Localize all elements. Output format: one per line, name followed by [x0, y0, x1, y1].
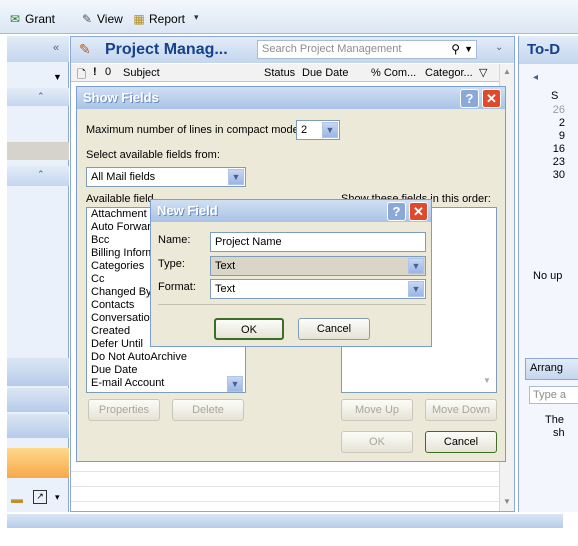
chevron-down-icon[interactable]: ▼: [408, 258, 424, 274]
ok-button[interactable]: OK: [341, 431, 413, 453]
expand-search-icon[interactable]: ⌄: [495, 42, 503, 53]
format-select[interactable]: Text ▼: [210, 279, 426, 299]
search-icon[interactable]: ⚲: [451, 42, 460, 56]
section-collapse-icon[interactable]: ⌃: [37, 91, 45, 102]
calendar-day-header: S: [551, 90, 559, 102]
column-header-row: 🗋 ! 0 Subject Status Due Date % Com... C…: [71, 64, 514, 82]
toolbar-overflow-icon[interactable]: ▾: [194, 12, 204, 28]
list-item[interactable]: E-mail Account: [87, 377, 245, 390]
help-icon[interactable]: ?: [460, 89, 479, 108]
type-value: Text: [215, 260, 236, 272]
select-from-label: Select available fields from:: [86, 149, 220, 161]
due-date-column[interactable]: Due Date: [302, 67, 348, 79]
search-box[interactable]: Search Project Management ⚲ ▼: [257, 40, 477, 59]
chevron-down-icon[interactable]: ▼: [228, 169, 244, 185]
chevron-down-icon[interactable]: ▼: [322, 122, 338, 138]
format-label: Format:: [158, 281, 196, 293]
pen-icon: ✎: [81, 12, 93, 26]
available-fields-label: Available field: [86, 193, 154, 205]
todo-note-line2: sh: [553, 427, 565, 439]
calendar-day[interactable]: 2: [543, 117, 565, 130]
arrange-by-header[interactable]: Arrang: [525, 358, 578, 380]
select-from-value: All Mail fields: [91, 171, 156, 183]
calendar-day[interactable]: 16: [543, 143, 565, 156]
max-lines-label: Maximum number of lines in compact mode:: [86, 124, 302, 136]
name-label: Name:: [158, 234, 191, 246]
grant-button[interactable]: ✉ Grant: [8, 10, 55, 28]
calendar-days: 26 2 9 16 23 30: [543, 104, 565, 182]
grant-label: Grant: [25, 12, 56, 26]
todo-title: To-D: [527, 41, 561, 58]
search-placeholder: Search Project Management: [262, 43, 402, 55]
navigation-pane: « ▼ ⌃ ⌃ ▬ ↗ ▾: [7, 36, 69, 512]
attachment-column-icon[interactable]: 0: [105, 66, 111, 78]
new-field-title: New Field: [157, 203, 218, 218]
report-button[interactable]: ▦ Report: [132, 10, 185, 28]
categories-column[interactable]: Categor...: [425, 67, 473, 79]
todo-note-line1: The: [545, 414, 564, 426]
prev-month-icon[interactable]: ◂: [533, 72, 538, 83]
type-select[interactable]: Text ▼: [210, 256, 426, 276]
calendar-day[interactable]: 30: [543, 169, 565, 182]
folder-title: Project Manag...: [105, 41, 228, 58]
move-up-button[interactable]: Move Up: [341, 399, 413, 421]
subject-column[interactable]: Subject: [123, 67, 160, 79]
delete-button[interactable]: Delete: [172, 399, 244, 421]
view-label: View: [97, 12, 123, 26]
name-field[interactable]: Project Name: [210, 232, 426, 252]
max-lines-value: 2: [301, 124, 308, 136]
report-icon: ▦: [133, 12, 145, 26]
nav-dropdown-icon[interactable]: ▼: [53, 72, 62, 82]
toolbar: ✉ Grant ✎ View ▦ Report ▾: [0, 0, 578, 34]
section2-collapse-icon[interactable]: ⌃: [37, 169, 45, 180]
new-field-ok-button[interactable]: OK: [214, 318, 284, 340]
calendar-day[interactable]: 23: [543, 156, 565, 169]
todo-bar: To-D ◂ S 26 2 9 16 23 30 No up Arrang Ty…: [518, 36, 578, 512]
task-icon: ✎: [79, 41, 91, 57]
close-icon[interactable]: ✕: [482, 89, 501, 108]
help-icon[interactable]: ?: [387, 202, 406, 221]
folder-icon[interactable]: ▬: [11, 492, 23, 506]
arrange-label: Arrang: [530, 362, 564, 374]
calendar-day[interactable]: 9: [543, 130, 565, 143]
task-column-icon[interactable]: 🗋: [77, 66, 86, 85]
list-item[interactable]: Do Not AutoArchive: [87, 351, 245, 364]
list-item[interactable]: Due Date: [87, 364, 245, 377]
chevron-down-icon[interactable]: ▼: [408, 281, 424, 297]
properties-button[interactable]: Properties: [88, 399, 160, 421]
report-label: Report: [149, 12, 186, 26]
close-icon[interactable]: ✕: [409, 202, 428, 221]
type-label: Type:: [158, 258, 185, 270]
max-lines-select[interactable]: 2 ▼: [296, 120, 340, 140]
new-task-placeholder: Type a: [533, 389, 567, 401]
show-fields-title-bar: Show Fields: [77, 87, 505, 109]
cancel-button[interactable]: Cancel: [425, 431, 497, 453]
collapse-nav-icon[interactable]: «: [53, 42, 59, 54]
grant-icon: ✉: [9, 12, 21, 26]
format-value: Text: [215, 283, 236, 295]
task-grid: [71, 457, 501, 511]
percent-complete-column[interactable]: % Com...: [371, 67, 416, 79]
scroll-down-icon[interactable]: ▼: [227, 376, 243, 392]
divider: [158, 304, 426, 305]
move-down-button[interactable]: Move Down: [425, 399, 497, 421]
shortcut-icon[interactable]: ↗: [33, 490, 47, 504]
new-task-input[interactable]: Type a: [529, 386, 578, 404]
name-value: Project Name: [215, 236, 282, 248]
search-dropdown-icon[interactable]: ▼: [464, 44, 473, 54]
status-bar: [7, 514, 563, 528]
configure-buttons-icon[interactable]: ▾: [55, 492, 60, 503]
status-column[interactable]: Status: [264, 67, 295, 79]
calendar-day[interactable]: 26: [543, 104, 565, 117]
scroll-down-icon[interactable]: ▼: [480, 376, 494, 390]
new-field-cancel-button[interactable]: Cancel: [298, 318, 370, 340]
flag-column-icon[interactable]: ▽: [479, 66, 487, 79]
no-upcoming-text: No up: [533, 270, 563, 282]
view-button[interactable]: ✎ View: [80, 10, 123, 28]
new-field-dialog: New Field ? ✕ Name: Project Name Type: T…: [150, 199, 432, 347]
importance-column-icon[interactable]: !: [93, 66, 97, 78]
show-fields-title: Show Fields: [83, 90, 159, 105]
main-header: ✎ Project Manag... Search Project Manage…: [71, 37, 514, 63]
select-from-dropdown[interactable]: All Mail fields ▼: [86, 167, 246, 187]
